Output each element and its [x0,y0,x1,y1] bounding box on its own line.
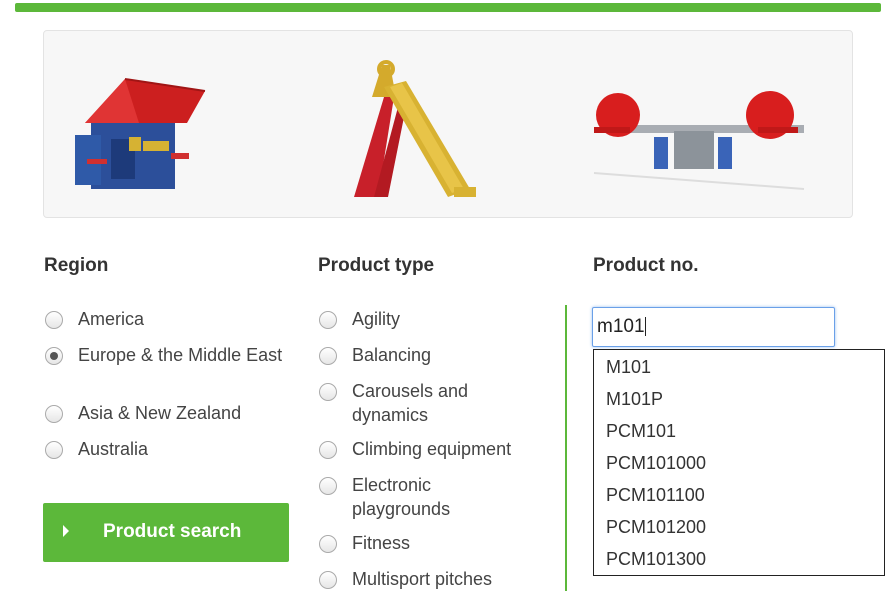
type-carousels-radio[interactable] [319,383,337,401]
type-multisport-label[interactable]: Multisport pitches [352,567,492,591]
region-australia-radio[interactable] [45,441,63,459]
region-asia-label[interactable]: Asia & New Zealand [78,401,241,425]
region-europe-radio[interactable] [45,347,63,365]
suggestion-item[interactable]: M101 [606,357,651,378]
suggestion-item[interactable]: PCM101 [606,421,676,442]
type-agility-radio[interactable] [319,311,337,329]
autocomplete-dropdown: M101 M101P PCM101 PCM101000 PCM101100 PC… [593,349,885,576]
seesaw-image [593,91,805,190]
type-climbing-label[interactable]: Climbing equipment [352,437,511,461]
caret-right-icon [63,525,69,537]
type-fitness-label[interactable]: Fitness [352,531,410,555]
product-type-heading: Product type [318,255,435,276]
type-balancing-radio[interactable] [319,347,337,365]
type-carousels-label[interactable]: Carousels and dynamics [352,379,512,427]
type-electronic-radio[interactable] [319,477,337,495]
suggestion-item[interactable]: PCM101200 [606,517,706,538]
suggestion-item[interactable]: PCM101000 [606,453,706,474]
suggestion-item[interactable]: M101P [606,389,663,410]
region-asia-radio[interactable] [45,405,63,423]
type-climbing-radio[interactable] [319,441,337,459]
region-america-label[interactable]: America [78,307,144,331]
type-agility-label[interactable]: Agility [352,307,400,331]
type-electronic-label[interactable]: Electronic playgrounds [352,473,492,521]
column-divider [565,305,567,591]
top-accent-bar [15,3,881,12]
type-multisport-radio[interactable] [319,571,337,589]
product-banner [43,30,853,218]
region-australia-label[interactable]: Australia [78,437,148,461]
region-heading: Region [44,255,109,276]
region-europe-label[interactable]: Europe & the Middle East [78,343,283,367]
suggestion-item[interactable]: PCM101300 [606,549,706,570]
text-cursor [644,317,646,337]
product-search-button[interactable]: Product search [43,503,289,562]
product-no-value: m101 [597,316,645,337]
type-balancing-label[interactable]: Balancing [352,343,431,367]
playhouse-image [75,78,206,189]
product-no-heading: Product no. [593,255,699,276]
suggestion-item[interactable]: PCM101100 [606,485,705,506]
product-search-label: Product search [103,521,242,542]
product-no-input[interactable]: m101 [592,307,835,347]
region-america-radio[interactable] [45,311,63,329]
type-fitness-radio[interactable] [319,535,337,553]
slide-image [354,60,476,197]
